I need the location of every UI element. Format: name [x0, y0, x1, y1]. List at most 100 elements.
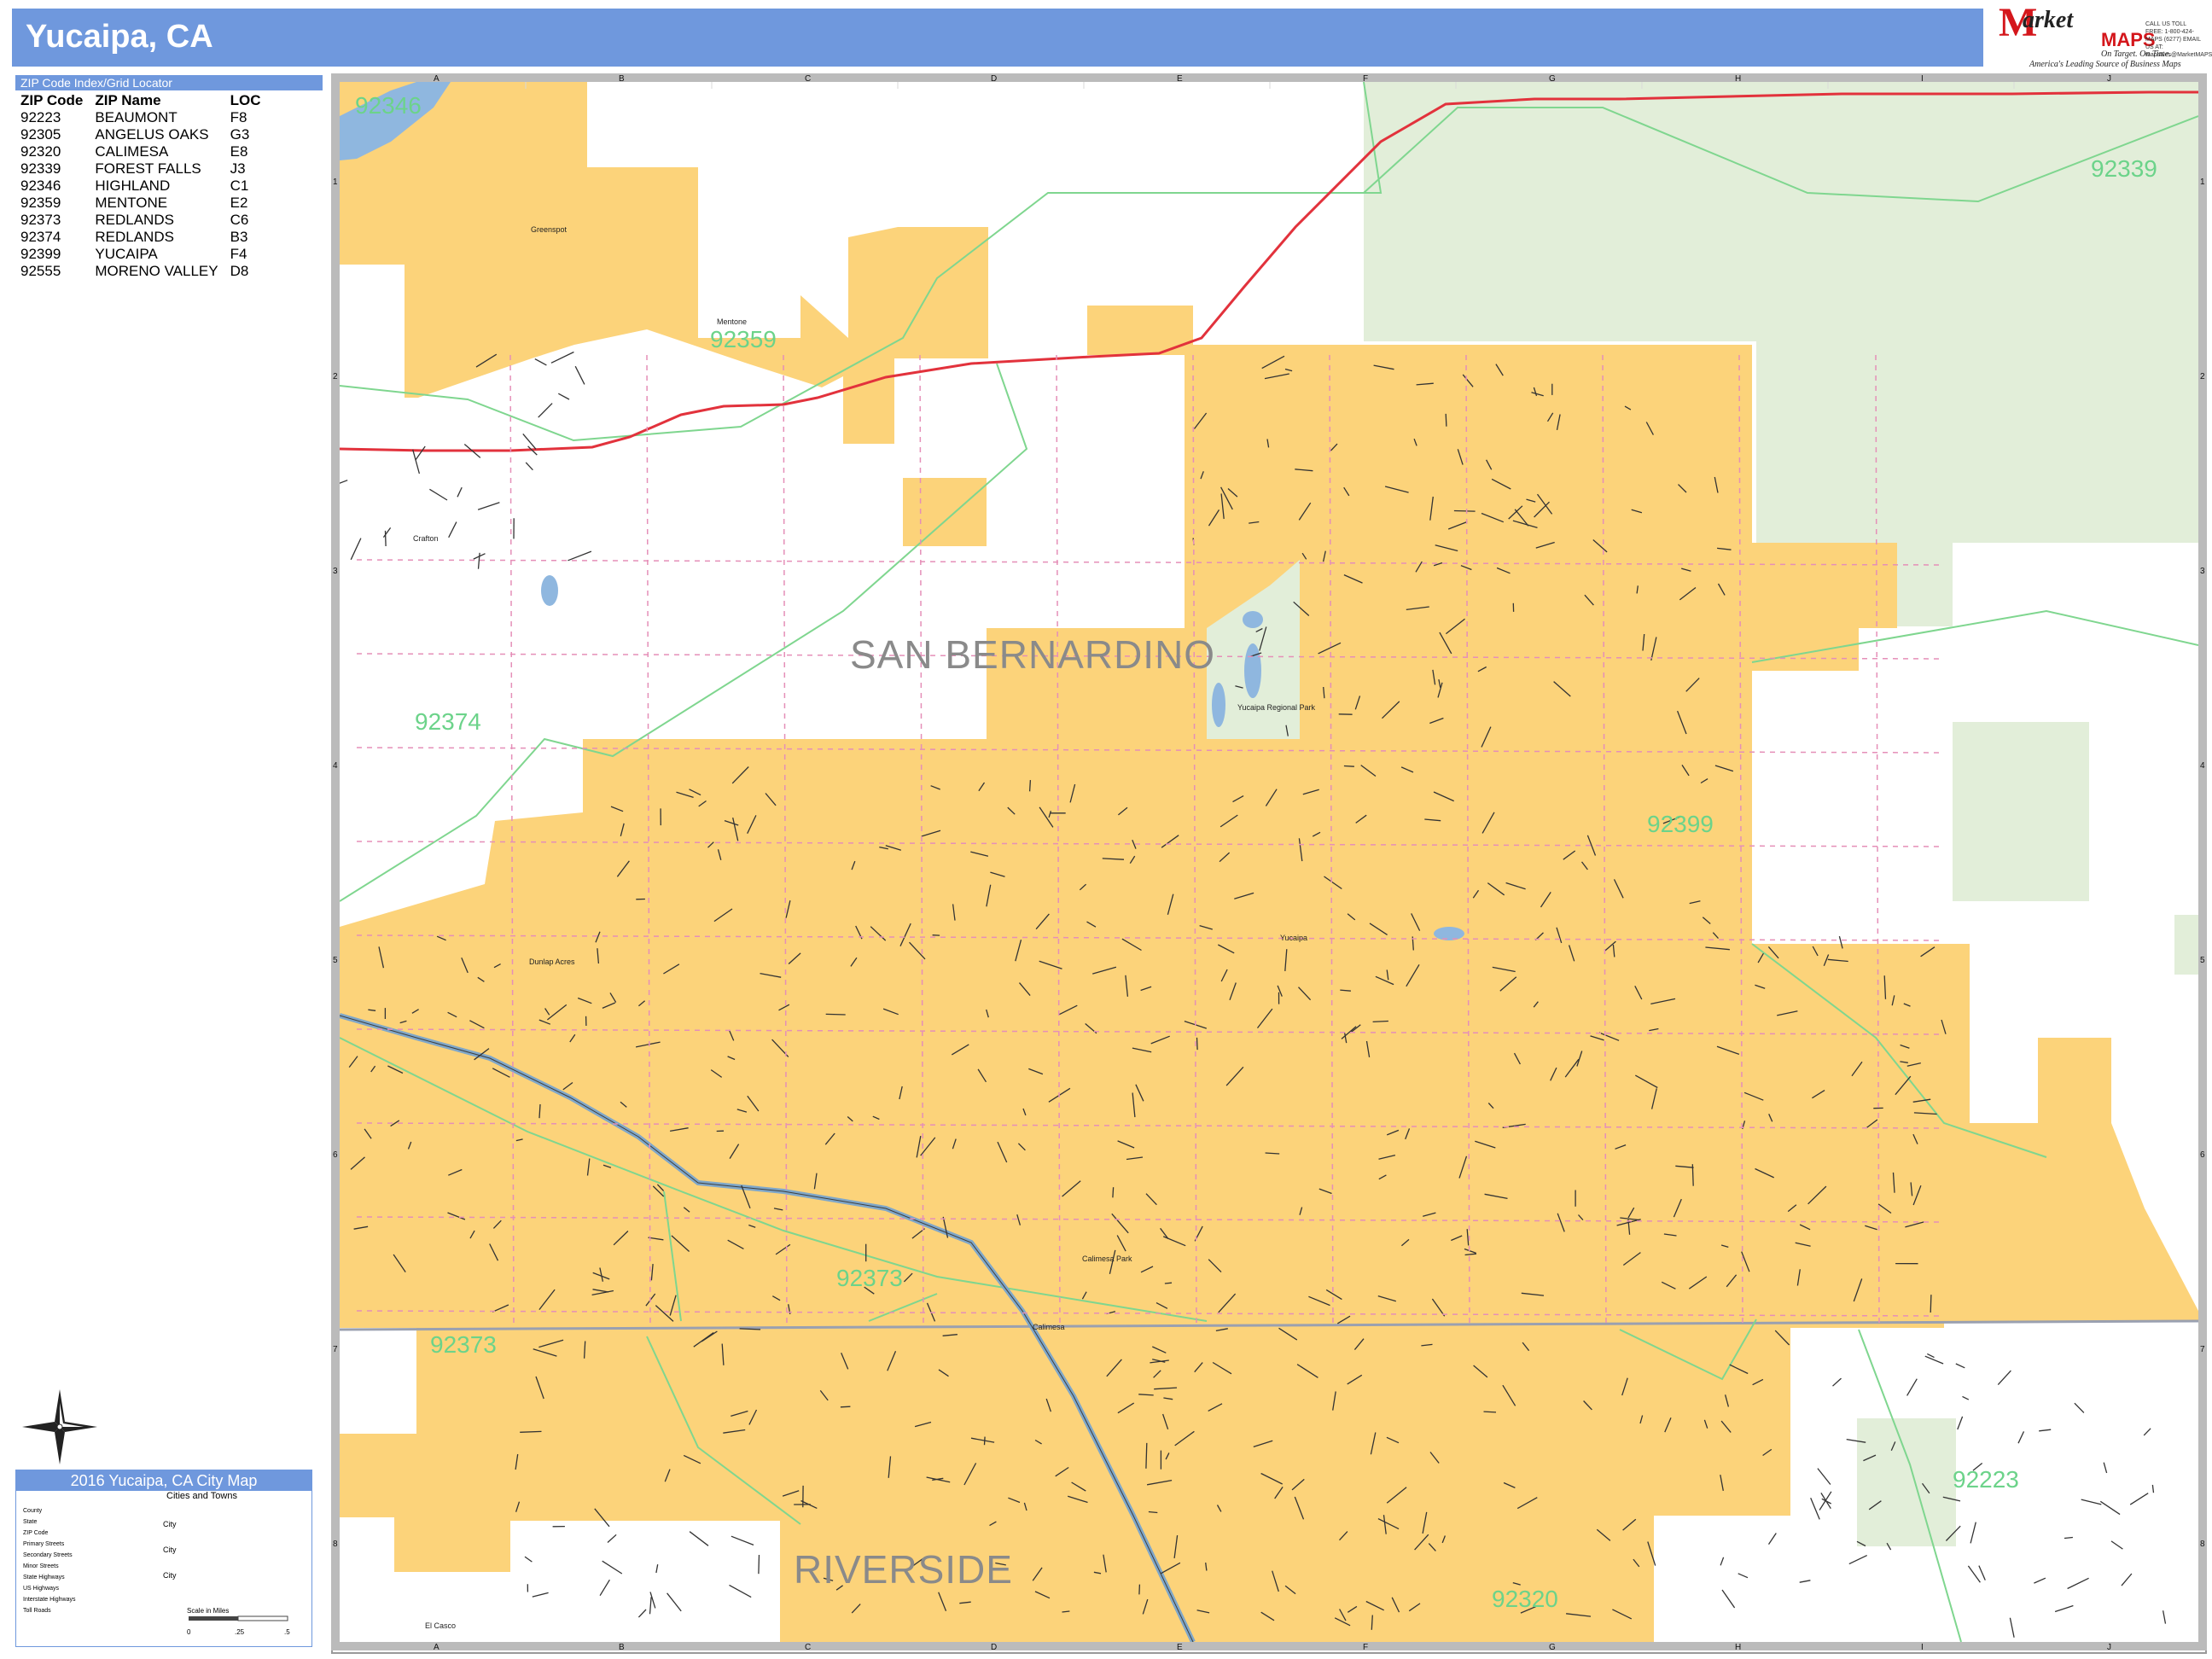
zip-code-cell: 92305	[20, 126, 61, 143]
zip-code-cell: 92555	[20, 263, 61, 279]
grid-ruler-bottom	[331, 1642, 2207, 1650]
zip-code-index: ZIP Code Index/Grid Locator ZIP Code ZIP…	[15, 75, 323, 280]
legend-city-marker: City	[163, 1571, 177, 1580]
legend-item: Toll Roads	[23, 1608, 51, 1614]
zip-name-cell: MENTONE	[95, 195, 168, 211]
logo-tagline-2: America's Leading Source of Business Map…	[2029, 60, 2181, 69]
legend-item: US Highways	[23, 1586, 60, 1592]
zip-code-label: 92320	[1492, 1586, 1558, 1612]
zip-code-label: 92359	[710, 326, 777, 352]
compass-rose-icon	[22, 1389, 97, 1464]
scale-tick: .25	[235, 1628, 245, 1636]
zip-code-cell: 92374	[20, 229, 61, 245]
zip-code-label: 92374	[415, 708, 481, 735]
grid-column-label: H	[1735, 1643, 1742, 1652]
grid-row-label: 5	[333, 956, 338, 965]
zip-code-label: 92399	[1647, 811, 1714, 837]
grid-row-label: 8	[2200, 1540, 2205, 1549]
legend-item: Minor Streets	[23, 1563, 59, 1569]
zip-name-cell: HIGHLAND	[95, 178, 171, 194]
zip-index-header: ZIP Name	[95, 92, 161, 108]
grid-row-label: 6	[333, 1150, 338, 1160]
logo-contact: CALL US TOLL FREE: 1-800-424-MAPS (6277)…	[2145, 21, 2212, 58]
grid-row-label: 1	[333, 178, 338, 187]
grid-column-label: G	[1549, 1643, 1556, 1652]
grid-column-label: J	[2107, 1643, 2111, 1652]
zip-code-cell: 92399	[20, 246, 61, 262]
legend-item: Secondary Streets	[23, 1552, 73, 1558]
zip-index-row: 92373 REDLANDS C6	[15, 212, 268, 229]
zip-index-header: ZIP Code	[20, 92, 84, 108]
zip-index-row: 92346 HIGHLAND C1	[15, 178, 268, 195]
grid-row-label: 2	[333, 372, 338, 381]
legend-subtitle: Cities and Towns	[166, 1491, 237, 1501]
zip-code-label: 92346	[355, 92, 422, 119]
zip-name-cell: REDLANDS	[95, 229, 174, 245]
grid-column-label: B	[619, 1643, 625, 1652]
zip-code-cell: 92339	[20, 160, 61, 177]
grid-column-label: I	[1921, 1643, 1924, 1652]
zip-loc-cell: J3	[230, 160, 246, 177]
map-title: Yucaipa, CA	[26, 19, 213, 55]
zip-code-cell: 92373	[20, 212, 61, 228]
legend-scale: Scale in Miles 0 .25 .5	[187, 1607, 306, 1637]
grid-column-label: C	[805, 1643, 812, 1652]
legend-item: State	[23, 1519, 38, 1525]
grid-row-label: 1	[2200, 178, 2205, 187]
zip-name-cell: BEAUMONT	[95, 109, 178, 125]
zip-loc-cell: F4	[230, 246, 247, 262]
zip-loc-cell: E8	[230, 143, 248, 160]
city-map[interactable]	[340, 82, 2198, 1642]
map-legend: 2016 Yucaipa, CA City Map Cities and Tow…	[15, 1470, 312, 1647]
grid-column-label: F	[1363, 1643, 1369, 1652]
place-label: Greenspot	[531, 225, 568, 234]
zip-index-row: 92399 YUCAIPA F4	[15, 246, 268, 263]
zip-loc-cell: E2	[230, 195, 248, 211]
place-label: Crafton	[413, 534, 439, 543]
zip-index-header: LOC	[230, 92, 261, 108]
grid-row-label: 4	[2200, 761, 2205, 771]
grid-row-label: 7	[333, 1345, 338, 1354]
grid-row-label: 8	[333, 1540, 338, 1549]
zip-code-cell: 92346	[20, 178, 61, 194]
place-label: Mentone	[717, 317, 748, 326]
grid-row-label: 3	[333, 567, 338, 576]
legend-item: State Highways	[23, 1575, 65, 1580]
zip-index-row: 92374 REDLANDS B3	[15, 229, 268, 246]
zip-index-row: 92339 FOREST FALLS J3	[15, 160, 268, 178]
zip-loc-cell: F8	[230, 109, 247, 125]
grid-row-label: 7	[2200, 1345, 2205, 1354]
zip-name-cell: MORENO VALLEY	[95, 263, 218, 279]
grid-ruler-right	[2198, 73, 2207, 1650]
grid-ruler-left	[331, 73, 340, 1650]
county-label: RIVERSIDE	[794, 1547, 1013, 1592]
place-label: Dunlap Acres	[529, 958, 575, 966]
zip-loc-cell: B3	[230, 229, 248, 245]
zip-loc-cell: C1	[230, 178, 249, 194]
scale-tick: .5	[284, 1628, 290, 1636]
grid-ruler-top	[331, 73, 2207, 82]
place-label: Yucaipa Regional Park	[1237, 703, 1316, 712]
zip-code-label: 92223	[1953, 1466, 2019, 1493]
grid-row-label: 5	[2200, 956, 2205, 965]
legend-item: Interstate Highways	[23, 1597, 76, 1603]
zip-index-row: 92223 BEAUMONT F8	[15, 109, 268, 126]
zip-index-row: 92555 MORENO VALLEY D8	[15, 263, 268, 280]
zip-loc-cell: D8	[230, 263, 249, 279]
market-maps-logo: M arket MAPS On Target. On Time. America…	[1999, 3, 2212, 70]
legend-city-marker: City	[163, 1520, 177, 1528]
zip-name-cell: CALIMESA	[95, 143, 169, 160]
grid-column-label: A	[434, 1643, 439, 1652]
scale-tick: 0	[187, 1628, 191, 1636]
grid-row-label: 3	[2200, 567, 2205, 576]
place-label: El Casco	[425, 1621, 457, 1630]
scale-title: Scale in Miles	[187, 1607, 230, 1615]
zip-code-label: 92373	[430, 1331, 497, 1358]
legend-item: Primary Streets	[23, 1541, 65, 1547]
zip-code-cell: 92359	[20, 195, 61, 211]
zip-index-row: 92359 MENTONE E2	[15, 195, 268, 212]
zip-name-cell: ANGELUS OAKS	[95, 126, 209, 143]
grid-column-label: E	[1177, 1643, 1183, 1652]
map-title-bar: Yucaipa, CA	[12, 9, 1983, 67]
place-label: Calimesa Park	[1082, 1254, 1132, 1263]
